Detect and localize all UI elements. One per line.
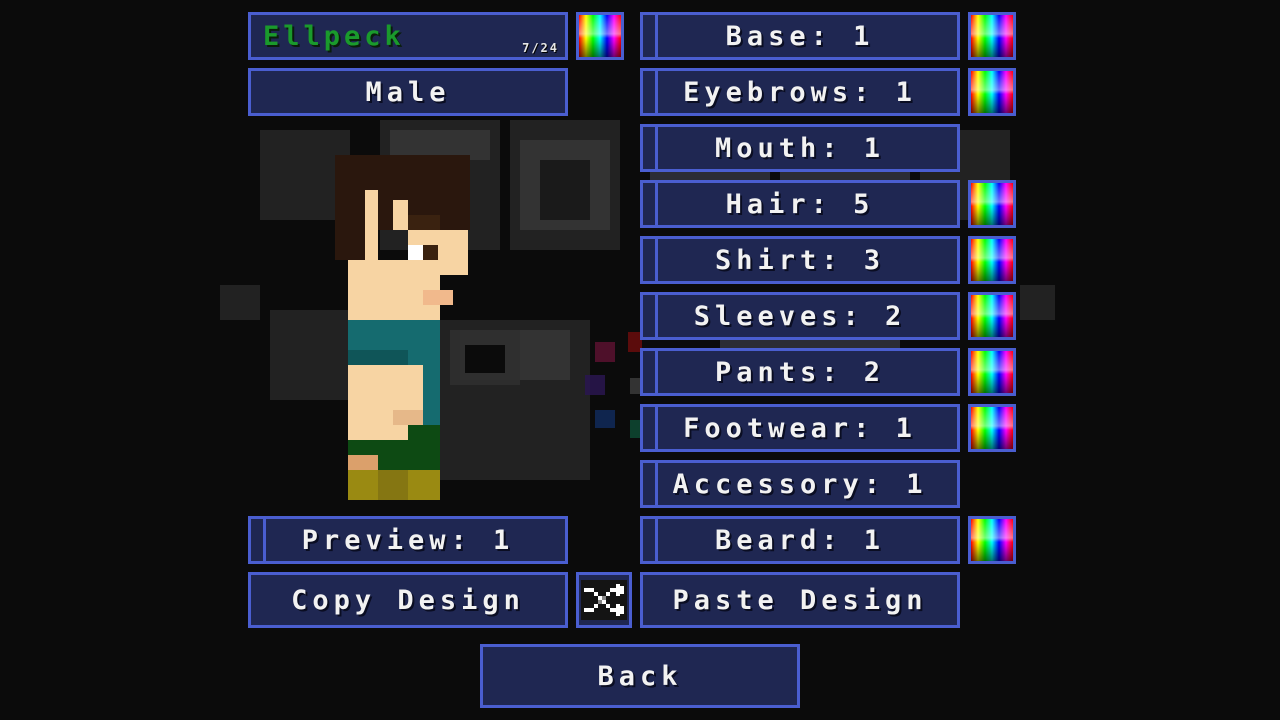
randomize-button[interactable] bbox=[576, 572, 632, 628]
option-footwear-label: Footwear: 1 bbox=[683, 412, 917, 444]
option-sleeves-button[interactable]: Sleeves: 2 bbox=[640, 292, 960, 340]
option-beard-button[interactable]: Beard: 1 bbox=[640, 516, 960, 564]
character-name: Ellpeck bbox=[263, 20, 405, 52]
option-shirt-label: Shirt: 3 bbox=[714, 244, 886, 276]
option-pants-label: Pants: 2 bbox=[714, 356, 886, 388]
option-eyebrows-label: Eyebrows: 1 bbox=[683, 76, 917, 108]
option-base-button[interactable]: Base: 1 bbox=[640, 12, 960, 60]
back-button[interactable]: Back bbox=[480, 644, 800, 708]
option-beard-color-swatch[interactable] bbox=[968, 516, 1016, 564]
option-sleeves-color-swatch[interactable] bbox=[968, 292, 1016, 340]
name-length-counter: 7/24 bbox=[522, 41, 559, 55]
name-field[interactable]: Ellpeck 7/24 bbox=[248, 12, 568, 60]
option-pants-color-swatch[interactable] bbox=[968, 348, 1016, 396]
option-accessory-button[interactable]: Accessory: 1 bbox=[640, 460, 960, 508]
option-beard-label: Beard: 1 bbox=[714, 524, 886, 556]
option-accessory-label: Accessory: 1 bbox=[672, 468, 928, 500]
gender-button[interactable]: Male bbox=[248, 68, 568, 116]
option-mouth-label: Mouth: 1 bbox=[714, 132, 886, 164]
option-base-label: Base: 1 bbox=[725, 20, 875, 52]
option-pants-button[interactable]: Pants: 2 bbox=[640, 348, 960, 396]
copy-design-button[interactable]: Copy Design bbox=[248, 572, 568, 628]
option-shirt-button[interactable]: Shirt: 3 bbox=[640, 236, 960, 284]
option-hair-button[interactable]: Hair: 5 bbox=[640, 180, 960, 228]
paste-design-button[interactable]: Paste Design bbox=[640, 572, 960, 628]
option-footwear-color-swatch[interactable] bbox=[968, 404, 1016, 452]
option-eyebrows-button[interactable]: Eyebrows: 1 bbox=[640, 68, 960, 116]
option-mouth-button[interactable]: Mouth: 1 bbox=[640, 124, 960, 172]
preview-label: Preview: 1 bbox=[301, 524, 515, 556]
option-sleeves-label: Sleeves: 2 bbox=[693, 300, 907, 332]
option-shirt-color-swatch[interactable] bbox=[968, 236, 1016, 284]
option-base-color-swatch[interactable] bbox=[968, 12, 1016, 60]
option-eyebrows-color-swatch[interactable] bbox=[968, 68, 1016, 116]
shuffle-icon bbox=[581, 580, 627, 620]
name-color-swatch[interactable] bbox=[576, 12, 624, 60]
option-hair-label: Hair: 5 bbox=[725, 188, 875, 220]
option-hair-color-swatch[interactable] bbox=[968, 180, 1016, 228]
preview-selector[interactable]: Preview: 1 bbox=[248, 516, 568, 564]
character-preview bbox=[335, 155, 470, 500]
option-footwear-button[interactable]: Footwear: 1 bbox=[640, 404, 960, 452]
